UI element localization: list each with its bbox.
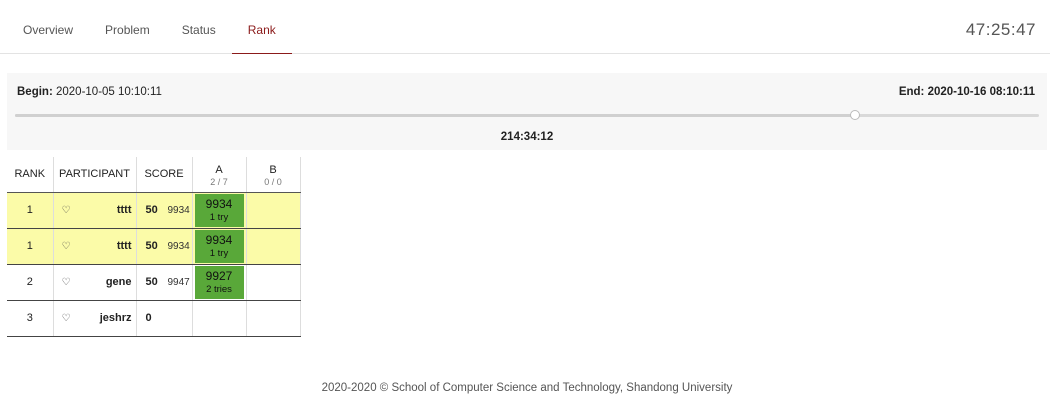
progress-track[interactable] [15, 110, 1039, 120]
problem-result-cell [191, 300, 247, 337]
tab-overview[interactable]: Overview [7, 0, 89, 54]
problem-stat: 2 / 7 [210, 176, 228, 187]
score-cell: 50 9934 [135, 228, 193, 265]
tab-status[interactable]: Status [166, 0, 232, 54]
score-value: 50 [145, 276, 158, 288]
penalty-value: 9934 [167, 240, 190, 252]
rank-cell: 2 [7, 264, 54, 301]
header-problem-b[interactable]: B0 / 0 [245, 157, 301, 193]
table-row: 2 ♡ gene 50 9947 9927 2 tries [7, 264, 301, 301]
header-score: SCORE [135, 157, 193, 193]
attempt-count: 1 try [209, 211, 229, 223]
end-label: End: [898, 86, 925, 98]
problem-result-cell [245, 264, 301, 301]
header-problem-a[interactable]: A2 / 7 [191, 157, 247, 193]
accepted-time: 9927 [205, 268, 233, 283]
score-cell: 0 [135, 300, 193, 337]
begin-value: 2020-10-05 10:10:11 [55, 86, 162, 98]
score-cell: 50 9947 [135, 264, 193, 301]
participant-name[interactable]: jeshrz [100, 312, 132, 324]
participant-name[interactable]: tttt [117, 204, 132, 216]
countdown-timer: 47:25:47 [965, 20, 1036, 39]
tab-bar: Overview Problem Status Rank [7, 0, 292, 54]
header-rank: RANK [7, 157, 54, 193]
table-row: 1 ♡ tttt 50 9934 9934 1 try [7, 228, 301, 265]
rank-cell: 3 [7, 300, 54, 337]
heart-icon[interactable]: ♡ [62, 241, 71, 252]
rank-table-body: 1 ♡ tttt 50 9934 9934 1 try 1 ♡ tttt 50 9934 9934 1 t… [7, 192, 301, 337]
problem-result-cell: 9927 2 tries [191, 264, 247, 301]
participant-cell: ♡ tttt [52, 192, 137, 229]
table-row: 1 ♡ tttt 50 9934 9934 1 try [7, 192, 301, 229]
progress-slider-handle[interactable] [849, 110, 860, 120]
problem-result-cell [245, 300, 301, 337]
contest-progress-panel: Begin: 2020-10-05 10:10:11 End: 2020-10-… [7, 73, 1047, 150]
accepted-time: 9934 [205, 232, 233, 247]
heart-icon[interactable]: ♡ [62, 313, 71, 324]
tab-rank[interactable]: Rank [231, 0, 292, 54]
footer-copyright: 2020-2020 © School of Computer Science a… [321, 382, 733, 394]
problem-result-cell [245, 192, 301, 229]
rank-table: RANK PARTICIPANT SCORE A2 / 7B0 / 0 1 ♡ tt… [7, 157, 301, 337]
heart-icon[interactable]: ♡ [62, 205, 71, 216]
participant-cell: ♡ tttt [52, 228, 137, 265]
table-header-row: RANK PARTICIPANT SCORE A2 / 7B0 / 0 [7, 157, 301, 193]
participant-name[interactable]: tttt [117, 240, 132, 252]
begin-label: Begin: [17, 86, 53, 98]
attempt-count: 2 tries [206, 283, 232, 295]
participant-cell: ♡ gene [52, 264, 137, 301]
heart-icon[interactable]: ♡ [62, 277, 71, 288]
problem-result-cell: 9934 1 try [191, 228, 247, 265]
rank-cell: 1 [7, 228, 54, 265]
participant-cell: ♡ jeshrz [52, 300, 137, 337]
end-value: 2020-10-16 08:10:11 [927, 86, 1035, 98]
end-time: End: 2020-10-16 08:10:11 [899, 86, 1035, 98]
problem-name: A [215, 163, 223, 176]
problem-result-cell: 9934 1 try [191, 192, 247, 229]
score-value: 50 [145, 240, 158, 252]
begin-time: Begin: 2020-10-05 10:10:11 [17, 86, 162, 98]
problem-result-cell [245, 228, 301, 265]
tab-problem[interactable]: Problem [89, 0, 166, 54]
progress-fill [15, 114, 855, 117]
score-value: 0 [145, 312, 152, 324]
accepted-badge: 9934 1 try [194, 229, 244, 263]
problem-name: B [269, 163, 277, 176]
top-navigation: Overview Problem Status Rank 47:25:47 [0, 0, 1050, 54]
participant-name[interactable]: gene [106, 276, 132, 288]
problem-stat: 0 / 0 [264, 176, 282, 187]
score-value: 50 [145, 204, 158, 216]
score-cell: 50 9934 [135, 192, 193, 229]
attempt-count: 1 try [209, 247, 229, 259]
elapsed-time: 214:34:12 [500, 131, 554, 143]
header-participant: PARTICIPANT [52, 157, 137, 193]
penalty-value: 9947 [167, 276, 190, 288]
accepted-badge: 9927 2 tries [194, 265, 244, 299]
accepted-time: 9934 [205, 196, 233, 211]
penalty-value: 9934 [167, 204, 190, 216]
rank-cell: 1 [7, 192, 54, 229]
table-row: 3 ♡ jeshrz 0 [7, 300, 301, 337]
accepted-badge: 9934 1 try [194, 193, 244, 227]
